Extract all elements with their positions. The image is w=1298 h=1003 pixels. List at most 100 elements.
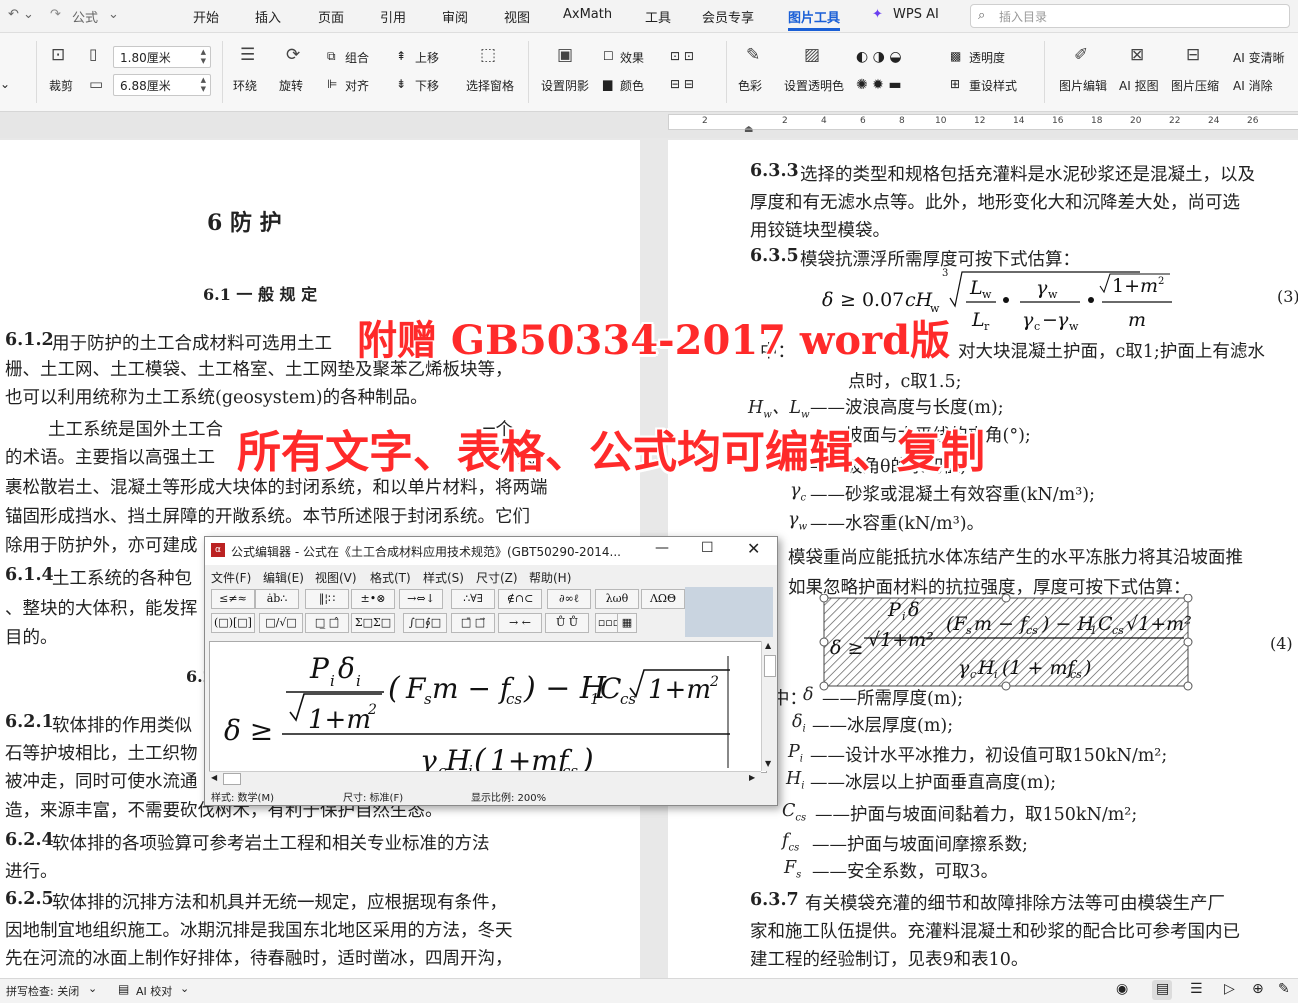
horizontal-scrollbar[interactable]: ◀ ▶ [209,771,761,786]
close-icon[interactable]: ✕ [747,539,760,558]
ai-proofread-button[interactable]: AI 校对 [136,983,172,999]
symbol-palette-misc[interactable]: ∂∞ℓ [547,589,591,609]
tab-review[interactable]: 审阅 [442,7,468,26]
vertical-scrollbar[interactable]: ▲ ▼ [761,641,776,771]
redo-icon[interactable]: ↷ [50,7,61,22]
symbol-palette-logic[interactable]: ∴∀∃ [451,589,495,609]
crop-button[interactable]: 裁剪 [49,77,73,94]
tab-picture-tools[interactable]: 图片工具 [788,7,840,26]
effects-button[interactable]: 效果 [620,49,644,66]
template-arrows[interactable]: → ← [498,613,542,633]
template-scripts[interactable]: □̲ □̂ [305,613,349,633]
contrast-icon[interactable]: ✺ ✹ ▬ [856,77,902,93]
width-input[interactable]: 1.80厘米 ▲ ▼ [113,46,211,68]
editor-menu-view[interactable]: 视图(V) [315,569,357,586]
crop-icon[interactable]: ⊡ [51,45,65,65]
maximize-icon[interactable]: ☐ [701,540,714,556]
tab-member[interactable]: 会员专享 [702,7,754,26]
wrap-button[interactable]: 环绕 [233,77,257,94]
equation-4-image[interactable]: Piδ δ ≥ √1+m² (F s m − fcs ) − H1 Ccs √1+m²… [818,594,1194,692]
chevron-down-icon[interactable]: ⌄ [180,982,189,995]
editor-title-bar[interactable]: α 公式编辑器 - 公式在《土工合成材料应用技术规范》(GBT50290-201… [205,537,777,565]
selection-pane-icon[interactable]: ⬚ [480,45,496,65]
play-icon[interactable]: ▷ [1224,981,1235,997]
transparency-button[interactable]: 透明度 [969,49,1005,66]
eye-icon[interactable]: ◉ [1116,981,1128,997]
scroll-down-icon[interactable]: ▼ [765,759,771,768]
color-button[interactable]: 颜色 [620,77,644,94]
tab-insert[interactable]: 插入 [255,7,281,26]
chevron-down-icon[interactable]: ⌄ [88,982,97,995]
tab-view[interactable]: 视图 [504,7,530,26]
spin-down-icon[interactable]: ▼ [201,57,206,65]
editor-menu-file[interactable]: 文件(F) [211,569,251,586]
template-integrals[interactable]: ∫□∮□ [403,613,447,633]
tab-wps-ai[interactable]: WPS AI [893,7,939,22]
move-up-button[interactable]: 上移 [415,49,439,66]
symbol-palette-greek-upper[interactable]: ΛΩΘ [641,589,685,609]
symbol-palette-arrows[interactable]: →⇔↓ [399,589,443,609]
chevron-down-icon[interactable]: ⌄ [108,7,119,22]
tab-page[interactable]: 页面 [318,7,344,26]
scroll-left-icon[interactable]: ◀ [211,773,217,782]
spell-check-status[interactable]: 拼写检查: 关闭 [6,983,79,999]
symbol-palette-operators[interactable]: ±•⊗ [351,589,395,609]
ai-clear-button[interactable]: AI 变清晰 [1233,49,1285,66]
border-icon[interactable]: ⊡ ⊡ [670,49,694,63]
ai-erase-button[interactable]: AI 消除 [1233,77,1273,94]
rotate-button[interactable]: 旋转 [279,77,303,94]
wrap-icon[interactable]: ☰ [240,45,255,65]
formula-canvas[interactable]: Pi δi 1+m 2 δ ≥ ( Fs m − f cs ) − H1 Ccs 1… [209,641,767,773]
compress-icon[interactable]: ⊟ [1186,45,1200,65]
template-grid[interactable]: ▦ [617,613,637,633]
selection-pane-button[interactable]: 选择窗格 [466,77,514,94]
scroll-right-icon[interactable]: ▶ [749,773,755,782]
picture-edit-button[interactable]: 图片编辑 [1059,77,1107,94]
spin-up-icon[interactable]: ▲ [201,48,206,56]
tint-icon[interactable]: ✎ [746,45,760,65]
transparent-color-button[interactable]: 设置透明色 [784,77,844,94]
scroll-up-icon[interactable]: ▲ [765,641,771,650]
minimize-icon[interactable]: — [655,540,669,556]
spin-down-icon[interactable]: ▼ [201,85,206,93]
symbol-palette-greek-lower[interactable]: λωθ [595,589,639,609]
picture-edit-icon[interactable]: ✐ [1074,45,1088,65]
template-sums[interactable]: Σ□Σ□ [351,613,395,633]
symbol-palette-embellish[interactable]: ‖¦∷ [305,589,349,609]
symbol-palette-sets[interactable]: ∉∩⊂ [498,589,542,609]
template-bars[interactable]: □̄ □⃗ [451,613,495,633]
tab-axmath[interactable]: AxMath [563,7,612,22]
formula-render[interactable]: Pi δi 1+m2 δ ≥ ( Fs m − fcs ) − H1 Ccs 1… [210,642,750,772]
shadow-button[interactable]: 设置阴影 [541,77,589,94]
outline-view-icon[interactable]: ☰ [1190,981,1203,997]
template-fractions[interactable]: □/√□ [259,613,303,633]
tab-references[interactable]: 引用 [380,7,406,26]
template-fences[interactable]: (□)[□] [211,613,255,633]
chevron-down-icon[interactable]: ⌄ [0,77,10,91]
quick-formula-label[interactable]: 公式 [72,7,98,26]
editor-menu-style[interactable]: 样式(S) [423,569,464,586]
arrange-icon[interactable]: ⊟ ⊟ [670,77,694,91]
indent-marker-icon[interactable]: ⏏ [744,124,753,135]
pen-icon[interactable]: ✎ [1278,981,1290,997]
editor-menu-help[interactable]: 帮助(H) [529,569,571,586]
move-down-button[interactable]: 下移 [415,77,439,94]
ai-cutout-button[interactable]: AI 抠图 [1119,77,1159,94]
scrollbar-thumb[interactable] [764,655,776,677]
transparent-color-icon[interactable]: ▨ [804,45,820,65]
editor-menu-edit[interactable]: 编辑(E) [263,569,304,586]
undo-icon[interactable]: ↶ ⌄ [8,7,34,22]
group-button[interactable]: 组合 [345,49,369,66]
symbol-palette-spaces[interactable]: ȧb∴ [255,589,299,609]
tint-button[interactable]: 色彩 [738,77,762,94]
align-button[interactable]: 对齐 [345,77,369,94]
scrollbar-thumb[interactable] [223,773,241,785]
height-input[interactable]: 6.88厘米 ▲ ▼ [113,74,211,96]
rotate-icon[interactable]: ⟳ [286,45,300,65]
tab-tools[interactable]: 工具 [645,7,671,26]
formula-editor-window[interactable]: α 公式编辑器 - 公式在《土工合成材料应用技术规范》(GBT50290-201… [204,536,778,806]
editor-menu-size[interactable]: 尺寸(Z) [476,569,518,586]
compress-button[interactable]: 图片压缩 [1171,77,1219,94]
tab-home[interactable]: 开始 [193,7,219,26]
reset-style-button[interactable]: 重设样式 [969,77,1017,94]
